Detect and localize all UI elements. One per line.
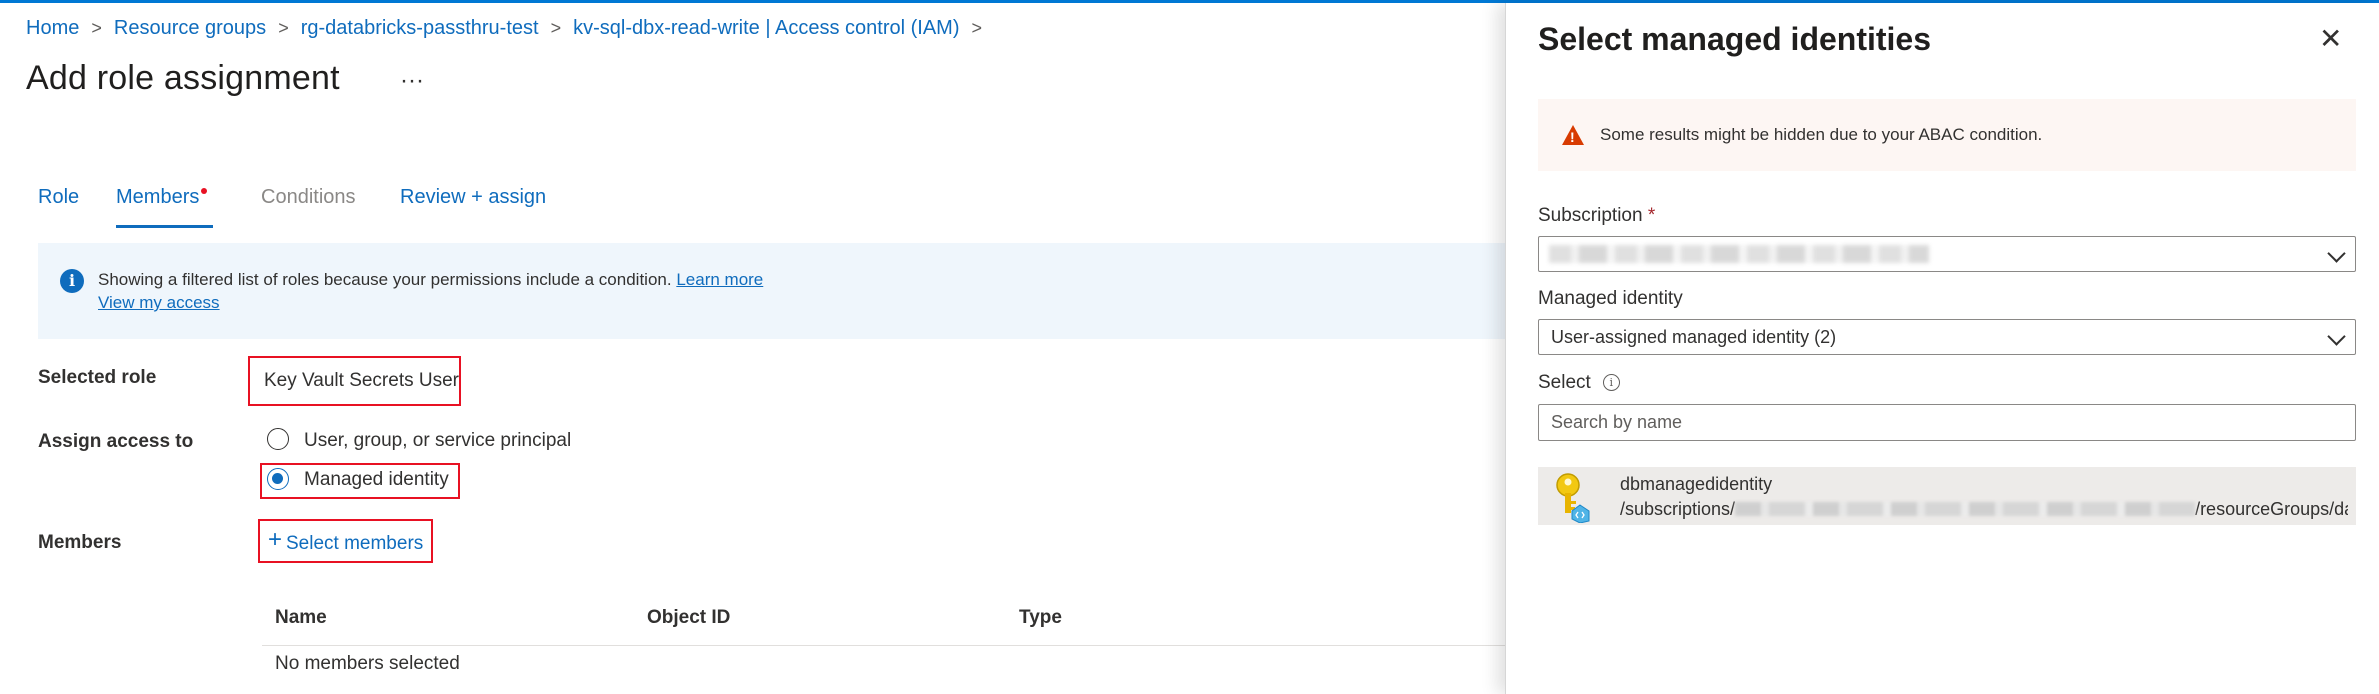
subscription-label-text: Subscription: [1538, 205, 1643, 226]
breadcrumb-iam[interactable]: kv-sql-dbx-read-write | Access control (…: [573, 17, 959, 39]
radio-managed-identity-label[interactable]: Managed identity: [304, 469, 449, 491]
identity-name: dbmanagedidentity: [1620, 474, 1773, 494]
select-managed-identities-panel: Select managed identities ✕ ! Some resul…: [1505, 3, 2379, 694]
info-message: Showing a filtered list of roles because…: [98, 270, 672, 289]
info-banner: i Showing a filtered list of roles becau…: [38, 243, 1505, 339]
list-item[interactable]: dbmanagedidentity /subscriptions/ /resour…: [1538, 467, 2356, 525]
chevron-right-icon: >: [91, 18, 102, 38]
warning-text: Some results might be hidden due to your…: [1600, 125, 2043, 144]
select-members-label: Select members: [286, 533, 424, 554]
tab-members[interactable]: Members: [116, 186, 214, 228]
close-icon[interactable]: ✕: [2319, 25, 2342, 53]
search-input[interactable]: [1538, 404, 2356, 441]
select-label-text: Select: [1538, 372, 1591, 393]
more-icon[interactable]: ···: [400, 67, 424, 95]
tab-conditions[interactable]: Conditions: [261, 186, 356, 209]
managed-identity-value: User-assigned managed identity (2): [1551, 327, 1837, 347]
chevron-down-icon: [2327, 327, 2346, 346]
plus-icon: +: [268, 526, 283, 553]
path-suffix: /resourceGroups/databric...: [2195, 499, 2348, 519]
panel-title: Select managed identities: [1538, 21, 1932, 57]
required-mark: *: [1647, 205, 1656, 226]
view-my-access-link[interactable]: View my access: [98, 293, 220, 313]
chevron-right-icon: >: [971, 18, 983, 38]
key-identity-icon: [1556, 473, 1590, 523]
info-icon: i: [60, 269, 84, 293]
learn-more-link[interactable]: Learn more: [676, 270, 763, 289]
selected-role-label: Selected role: [38, 367, 157, 388]
error-dot-icon: [201, 188, 208, 194]
warning-icon: !: [1562, 125, 1584, 145]
info-icon[interactable]: i: [1602, 374, 1620, 391]
chevron-right-icon: >: [278, 18, 289, 38]
breadcrumb-resource-groups[interactable]: Resource groups: [114, 17, 266, 39]
table-divider: [262, 645, 1505, 646]
subscription-dropdown[interactable]: [1538, 236, 2356, 272]
tab-selected-indicator: [116, 225, 214, 228]
main-pane: Home > Resource groups > rg-databricks-passt…: [0, 3, 1505, 694]
breadcrumb-home[interactable]: Home: [26, 17, 79, 39]
chevron-right-icon: >: [550, 18, 562, 38]
column-header-type[interactable]: Type: [1019, 607, 1062, 629]
redacted-subscription-id: [1735, 502, 2196, 516]
tab-members-label: Members: [116, 186, 200, 208]
path-prefix: /subscriptions/: [1620, 499, 1736, 519]
empty-table-message: No members selected: [275, 653, 460, 674]
tab-review-assign[interactable]: Review + assign: [400, 186, 546, 209]
radio-managed-identity[interactable]: [267, 468, 289, 490]
assign-access-label: Assign access to: [38, 431, 194, 452]
identity-resource-path: /subscriptions/ /resourceGroups/databric.…: [1620, 499, 2348, 520]
breadcrumb: Home > Resource groups > rg-databricks-passt…: [26, 17, 994, 40]
select-label: Select i: [1538, 372, 1620, 394]
members-label: Members: [38, 532, 122, 553]
managed-identity-label: Managed identity: [1538, 288, 1683, 309]
tab-role[interactable]: Role: [38, 186, 79, 209]
redacted-subscription-value: [1549, 245, 1929, 263]
managed-identity-dropdown[interactable]: User-assigned managed identity (2): [1538, 319, 2356, 355]
select-members-button[interactable]: + Select members: [258, 519, 433, 563]
selected-role-value-box: Key Vault Secrets User: [248, 356, 461, 406]
chevron-down-icon: [2327, 244, 2346, 263]
column-header-name[interactable]: Name: [275, 607, 327, 629]
info-banner-text: Showing a filtered list of roles because…: [98, 270, 763, 290]
column-header-object-id[interactable]: Object ID: [647, 607, 730, 629]
breadcrumb-resource-group[interactable]: rg-databricks-passthru-test: [301, 17, 539, 39]
radio-user-group-sp-label[interactable]: User, group, or service principal: [304, 430, 571, 452]
radio-user-group-sp[interactable]: [267, 428, 289, 450]
subscription-label: Subscription *: [1538, 205, 1655, 227]
selected-role-value: Key Vault Secrets User: [264, 370, 460, 391]
page-title: Add role assignment: [26, 59, 340, 97]
warning-banner: ! Some results might be hidden due to yo…: [1538, 99, 2356, 171]
